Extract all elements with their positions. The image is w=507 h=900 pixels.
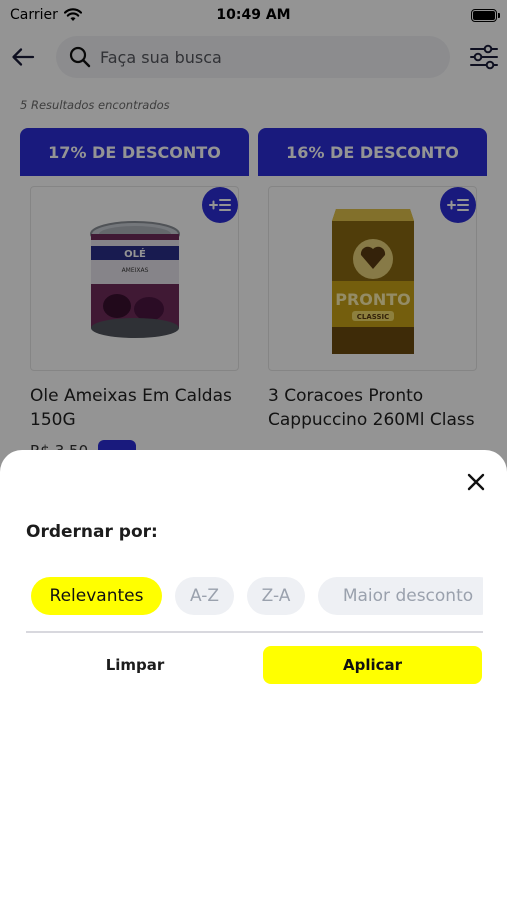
- apply-button[interactable]: Aplicar: [263, 646, 482, 684]
- clear-button[interactable]: Limpar: [26, 646, 244, 684]
- sort-bottom-sheet: Ordernar por: Relevantes A-Z Z-A Maior d…: [0, 450, 507, 900]
- sort-options: Relevantes A-Z Z-A Maior desconto: [31, 577, 483, 615]
- sort-option-a-z[interactable]: A-Z: [175, 577, 234, 615]
- close-icon[interactable]: [462, 468, 490, 496]
- sort-option-z-a[interactable]: Z-A: [247, 577, 305, 615]
- sort-title: Ordernar por:: [26, 522, 158, 542]
- sort-option-relevantes[interactable]: Relevantes: [31, 577, 162, 615]
- sort-option-maior-desconto[interactable]: Maior desconto: [318, 577, 483, 615]
- divider: [26, 631, 483, 633]
